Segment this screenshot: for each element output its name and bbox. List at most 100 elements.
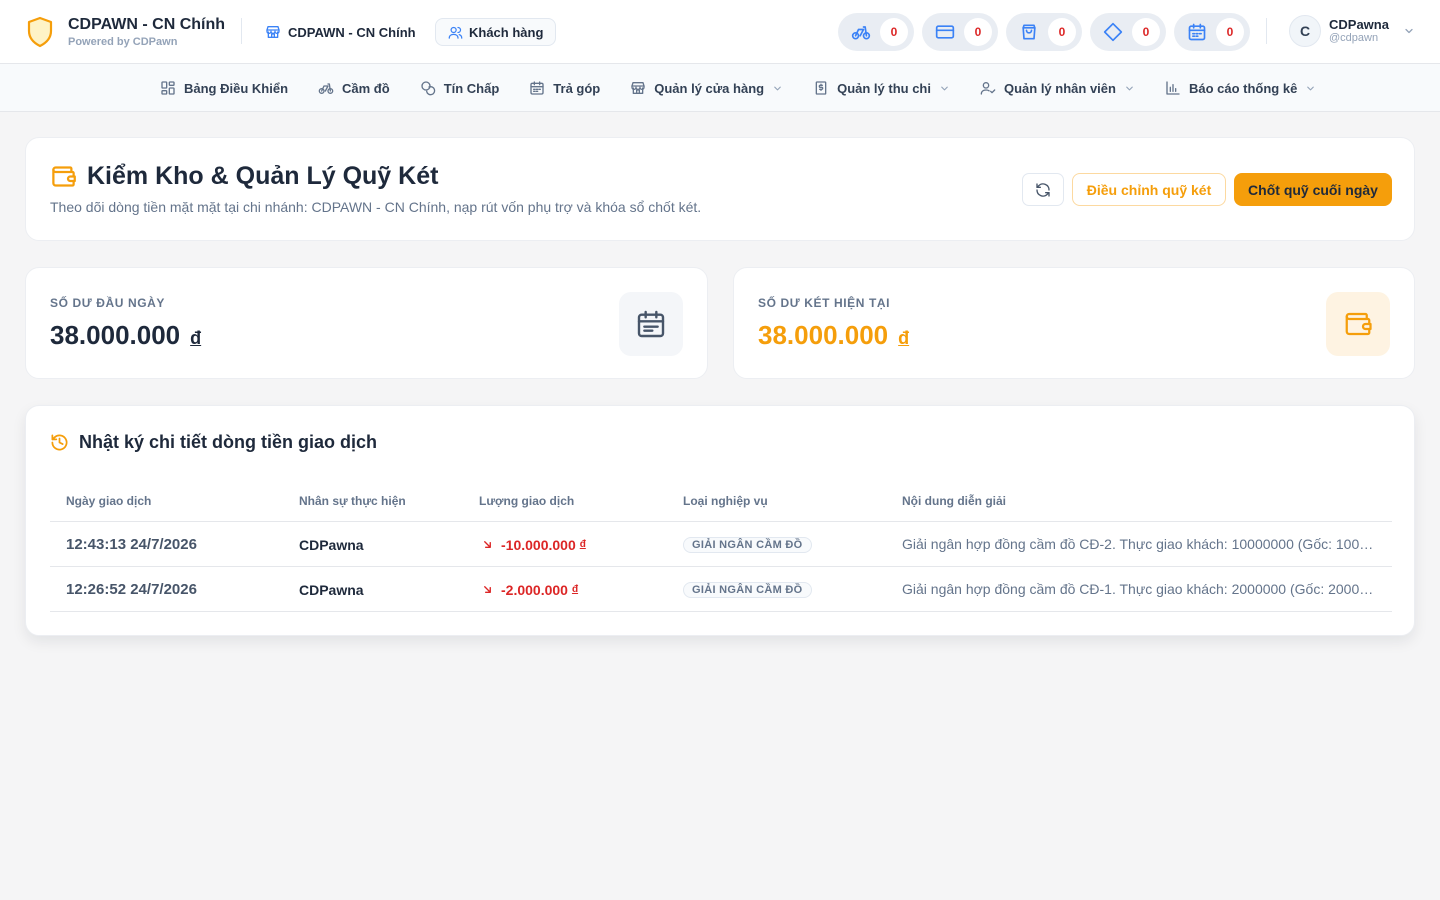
chevron-down-icon [1126,86,1133,90]
counter-tag-value: 0 [1132,18,1160,46]
wallet-icon [52,166,76,187]
counter-group: 0 0 0 0 0 [838,13,1258,51]
refresh-button[interactable] [1022,173,1064,206]
store-icon [266,26,280,38]
arrow-down-right-icon [484,541,491,548]
divider [1266,18,1267,44]
adjust-fund-button[interactable]: Điều chỉnh quỹ két [1072,173,1226,206]
calendar-icon [1188,23,1206,41]
column-header: Nội dung diễn giải [902,494,1006,508]
brand-title: CDPAWN - CN Chính [68,16,226,33]
stat-icon-box [619,292,683,356]
chevron-down-icon [941,86,948,90]
cell-date: 12:26:52 24/7/2026 [66,581,197,598]
counter-calendar[interactable]: 0 [1174,13,1250,51]
cell-amount: -2.000.000 đ [482,567,578,612]
cell-description: Giải ngân hợp đồng cầm đồ CĐ-2. Thực gia… [902,536,1377,552]
close-day-button[interactable]: Chốt quỹ cuối ngày [1234,173,1392,206]
counter-card[interactable]: 0 [922,13,998,51]
user-name: CDPawna [1329,17,1389,32]
counter-card-value: 0 [964,18,992,46]
counter-tag[interactable]: 0 [1090,13,1166,51]
counter-bike[interactable]: 0 [838,13,914,51]
arrow-down-right-icon [484,586,491,593]
cell-date: 12:43:13 24/7/2026 [66,536,197,553]
bike-icon [851,26,871,40]
nav-label: Báo cáo thống kê [1188,80,1298,96]
column-header: Lượng giao dịch [479,494,575,508]
current-balance-card: SỐ DƯ KÉT HIỆN TẠI 38.000.000 đ [733,267,1415,379]
column-header: Ngày giao dịch [66,494,152,508]
stat-amount: 38.000.000 [758,320,889,350]
nav-label: Trả góp [553,80,601,96]
cell-staff: CDPawna [299,536,364,553]
nav-label: Quản lý nhân viên [1003,80,1116,96]
customer-button[interactable]: Khách hàng [435,18,557,46]
currency-symbol: đ [898,328,910,348]
user-menu[interactable]: C CDPawna @cdpawn [1289,15,1415,47]
column-header: Loại nghiệp vụ [683,494,768,508]
calendar-icon [530,81,544,95]
coins-icon [421,81,435,96]
avatar: C [1289,15,1321,47]
nav-label: Quản lý thu chi [837,80,931,96]
customer-label: Khách hàng [469,24,544,40]
nav-item-credit[interactable]: Tín Chấp [420,80,500,96]
table-header: Ngày giao dịch Nhân sự thực hiện Lượng g… [50,482,1392,522]
nav-label: Bảng Điều Khiển [184,80,289,96]
bar-chart-icon [1166,81,1180,95]
top-header: CDPAWN - CN Chính Powered by CDPawn CDPA… [0,0,1440,64]
table-row[interactable]: 12:43:13 24/7/2026 CDPawna -10.000.000 đ… [50,522,1392,567]
transaction-table: Ngày giao dịch Nhân sự thực hiện Lượng g… [50,482,1392,612]
cell-description: Giải ngân hợp đồng cầm đồ CĐ-1. Thực gia… [902,581,1377,597]
chevron-down-icon [1307,86,1315,90]
card-icon [935,25,955,39]
stat-amount: 38.000.000 [50,320,181,350]
user-check-icon [980,82,996,95]
brand-subtitle: Powered by CDPawn [68,36,178,48]
log-title: Nhật ký chi tiết dòng tiền giao dịch [79,432,378,452]
cell-amount: -10.000.000 đ [482,522,586,567]
nav-item-reports[interactable]: Báo cáo thống kê [1165,80,1316,96]
chevron-down-icon [774,86,781,90]
stat-label: SỐ DƯ ĐẦU NGÀY [50,296,166,310]
cell-staff: CDPawna [299,581,364,598]
nav-item-store[interactable]: Quản lý cửa hàng [630,80,783,96]
grid-icon [161,81,175,95]
nav-label: Tín Chấp [443,80,500,96]
shield-logo-icon [27,16,53,48]
receipt-dollar-icon [815,81,827,95]
branch-selector[interactable]: CDPAWN - CN Chính [265,19,416,45]
tag-icon [1103,22,1123,42]
page-header-card: Kiểm Kho & Quản Lý Quỹ Két Theo dõi dòng… [25,137,1415,241]
main-nav: Bảng Điều Khiển Cầm đồ Tín Chấp Trả góp … [0,64,1440,112]
nav-item-staff[interactable]: Quản lý nhân viên [980,80,1135,96]
nav-item-pawn[interactable]: Cầm đồ [318,80,390,96]
type-badge: GIẢI NGÂN CẦM ĐỒ [683,581,812,598]
page-description: Theo dõi dòng tiền mặt mặt tại chi nhánh… [50,199,702,215]
stat-icon-box [1326,292,1390,356]
cell-type: GIẢI NGÂN CẦM ĐỒ [683,522,812,567]
users-icon [448,26,463,39]
bike-icon [318,83,334,94]
brand[interactable]: CDPAWN - CN Chính Powered by CDPawn [26,15,225,49]
table-row[interactable]: 12:26:52 24/7/2026 CDPawna -2.000.000 đ … [50,567,1392,612]
counter-bike-value: 0 [880,18,908,46]
counter-bag-value: 0 [1048,18,1076,46]
nav-item-installment[interactable]: Trả góp [529,80,600,96]
amount-value: -2.000.000 [501,581,568,598]
opening-balance-value: 38.000.000 đ [50,320,201,351]
divider [241,18,242,44]
amount-value: -10.000.000 [501,536,576,553]
nav-item-dashboard[interactable]: Bảng Điều Khiển [160,80,288,96]
counter-bag[interactable]: 0 [1006,13,1082,51]
counter-calendar-value: 0 [1216,18,1244,46]
opening-balance-card: SỐ DƯ ĐẦU NGÀY 38.000.000 đ [25,267,708,379]
nav-label: Cầm đồ [342,80,390,96]
nav-item-cashflow[interactable]: Quản lý thu chi [813,80,950,96]
bag-icon [1022,24,1036,40]
cell-type: GIẢI NGÂN CẦM ĐỒ [683,567,812,612]
current-balance-value: 38.000.000 đ [758,320,909,351]
nav-label: Quản lý cửa hàng [654,80,765,96]
type-badge: GIẢI NGÂN CẦM ĐỒ [683,536,812,553]
